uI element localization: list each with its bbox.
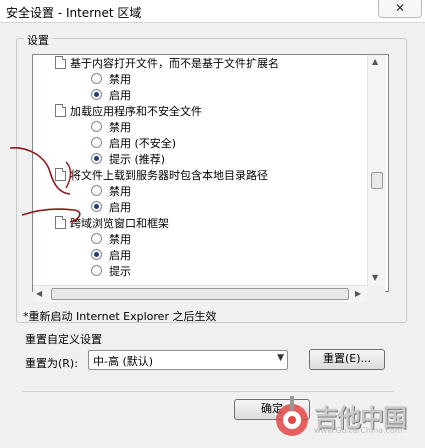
restart-note: *重新启动 Internet Explorer 之后生效 <box>23 310 217 323</box>
setting-label: 禁用 <box>109 185 131 198</box>
setting-header: 基于内容打开文件，而不是基于文件扩展名 <box>55 56 279 72</box>
setting-label: 基于内容打开文件，而不是基于文件扩展名 <box>70 57 279 70</box>
setting-header: 将文件上载到服务器时包含本地目录路径 <box>55 168 268 184</box>
scroll-right-icon[interactable]: ▶ <box>355 289 361 298</box>
settings-group-label: 设置 <box>24 32 52 48</box>
setting-label: 启用 <box>109 201 131 214</box>
horizontal-scroll-thumb[interactable] <box>51 288 349 300</box>
settings-list[interactable]: 基于内容打开文件，而不是基于文件扩展名 禁用 启用 加载应用程序和不安全文件 禁用 启用 … <box>32 54 389 292</box>
watermark-guitar-icon <box>276 396 308 436</box>
radio-button[interactable] <box>91 121 102 132</box>
scroll-down-icon[interactable]: ▼ <box>372 273 378 282</box>
setting-label: 启用 (不安全) <box>109 137 177 150</box>
radio-button[interactable] <box>91 265 102 276</box>
reset-to-label: 重置为(R): <box>25 357 78 370</box>
setting-header: 跨域浏览窗口和框架 <box>55 216 169 232</box>
setting-label: 禁用 <box>109 121 131 134</box>
radio-button[interactable] <box>91 185 102 196</box>
document-icon <box>55 56 66 69</box>
divider <box>22 391 394 392</box>
setting-label: 启用 <box>109 89 131 102</box>
title-bar: 安全设置 - Internet 区域 ✕ <box>0 0 425 23</box>
setting-label: 提示 (推荐) <box>109 153 166 166</box>
radio-button[interactable] <box>91 73 102 84</box>
setting-label: 将文件上载到服务器时包含本地目录路径 <box>70 169 268 182</box>
reset-section-label: 重置自定义设置 <box>25 333 102 346</box>
reset-level-value: 中-高 (默认) <box>93 355 154 368</box>
close-button[interactable]: ✕ <box>378 0 422 18</box>
radio-button[interactable] <box>91 153 102 164</box>
document-icon <box>55 216 66 229</box>
setting-option[interactable]: 启用 <box>91 200 131 216</box>
radio-button[interactable] <box>91 89 102 100</box>
setting-label: 提示 <box>109 265 131 278</box>
setting-label: 禁用 <box>109 233 131 246</box>
setting-header: 加载应用程序和不安全文件 <box>55 104 202 120</box>
scrollbar-corner <box>367 285 385 301</box>
setting-option[interactable]: 禁用 <box>91 120 131 136</box>
scroll-up-icon[interactable]: ▲ <box>372 57 378 66</box>
reset-button[interactable]: 重置(E)... <box>309 349 385 370</box>
setting-option[interactable]: 禁用 <box>91 184 131 200</box>
document-icon <box>55 168 66 181</box>
setting-option[interactable]: 启用 <box>91 88 131 104</box>
watermark-url: www.GuitarChina.com <box>314 426 403 435</box>
setting-label: 禁用 <box>109 73 131 86</box>
radio-button[interactable] <box>91 233 102 244</box>
setting-option[interactable]: 禁用 <box>91 232 131 248</box>
vertical-scrollbar[interactable]: ▲ ▼ <box>367 55 386 286</box>
horizontal-scrollbar[interactable]: ◀ ▶ <box>33 285 367 302</box>
reset-level-dropdown[interactable]: 中-高 (默认) ▼ <box>88 350 288 370</box>
setting-option[interactable]: 启用 <box>91 248 131 264</box>
scroll-left-icon[interactable]: ◀ <box>36 289 42 298</box>
setting-option[interactable]: 启用 (不安全) <box>91 136 176 152</box>
vertical-scroll-thumb[interactable] <box>371 172 383 189</box>
setting-label: 加载应用程序和不安全文件 <box>70 105 202 118</box>
setting-option[interactable]: 禁用 <box>91 72 131 88</box>
watermark-logo: 吉他中国 www.GuitarChina.com <box>272 396 422 444</box>
document-icon <box>55 104 66 117</box>
close-icon: ✕ <box>394 1 406 15</box>
radio-button[interactable] <box>91 249 102 260</box>
setting-option[interactable]: 提示 (推荐) <box>91 152 165 168</box>
chevron-down-icon: ▼ <box>277 353 284 363</box>
radio-button[interactable] <box>91 201 102 212</box>
window-title: 安全设置 - Internet 区域 <box>6 6 142 20</box>
setting-label: 跨域浏览窗口和框架 <box>70 217 169 230</box>
security-settings-dialog: 安全设置 - Internet 区域 ✕ 设置 基于内容打开文件，而不是基于文件… <box>0 0 425 448</box>
setting-label: 启用 <box>109 249 131 262</box>
radio-button[interactable] <box>91 137 102 148</box>
setting-option[interactable]: 提示 <box>91 264 131 280</box>
